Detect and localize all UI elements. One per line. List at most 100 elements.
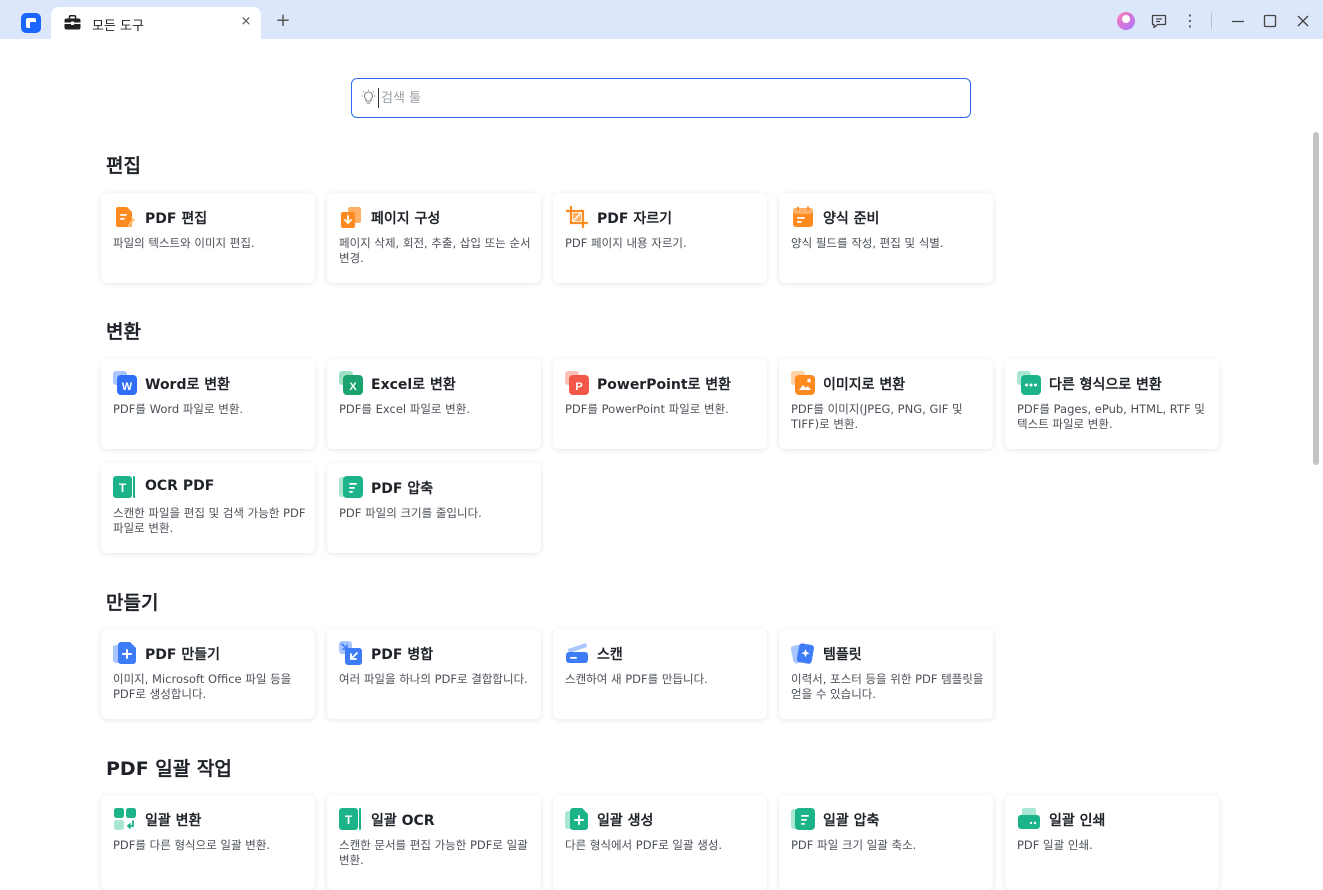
section-title-batch: PDF 일괄 작업 [106,758,232,780]
tool-card-to-image[interactable]: 이미지로 변환 PDF를 이미지(JPEG, PNG, GIF 및 TIFF)로… [779,359,993,449]
tool-card-create-pdf[interactable]: PDF 만들기 이미지, Microsoft Office 파일 등을 PDF로… [101,629,315,719]
maximize-icon[interactable] [1261,12,1279,30]
svg-text:X: X [349,381,357,393]
toolbox-icon [64,15,81,30]
section-title-create: 만들기 [106,592,159,614]
card-title: PDF 병합 [371,647,434,663]
tool-card-to-other-formats[interactable]: 다른 형식으로 변환 PDF를 Pages, ePub, HTML, RTF 및… [1005,359,1219,449]
svg-text:W: W [122,381,133,393]
card-desc: PDF를 Pages, ePub, HTML, RTF 및 텍스트 파일로 변환… [1017,402,1205,431]
card-desc: PDF 파일의 크기를 줄입니다. [339,506,482,520]
card-desc: 스캔한 문서를 편집 가능한 PDF로 일괄 변환. [339,838,528,867]
card-desc: PDF를 이미지(JPEG, PNG, GIF 및 TIFF)로 변환. [791,402,963,431]
card-title: PDF 자르기 [597,211,672,227]
feedback-icon[interactable] [1150,12,1168,30]
minimize-icon[interactable] [1229,12,1247,30]
card-title: 템플릿 [823,647,862,663]
close-window-icon[interactable] [1294,12,1312,30]
other-formats-icon [1017,371,1041,395]
section-title-convert: 변환 [106,321,141,343]
more-menu-icon[interactable]: ⋮ [1181,12,1199,30]
compress-icon [339,476,363,498]
search-input[interactable] [378,88,958,108]
card-desc: 다른 형식에서 PDF로 일괄 생성. [565,838,723,852]
card-title: PDF 압축 [371,481,434,497]
tool-card-compress-pdf[interactable]: PDF 압축 PDF 파일의 크기를 줄입니다. [327,463,541,553]
card-title: PDF 만들기 [145,647,220,663]
app-logo-icon [21,13,41,33]
tool-card-crop-pdf[interactable]: PDF 자르기 PDF 페이지 내용 자르기. [553,193,767,283]
card-title: 다른 형식으로 변환 [1049,377,1162,393]
form-icon [793,206,813,227]
tool-card-edit-pdf[interactable]: PDF 편집 파일의 텍스트와 이미지 편집. [101,193,315,283]
tab-close-icon[interactable]: × [239,15,253,29]
merge-icon [339,641,362,665]
image-icon [791,371,815,395]
tool-card-batch-print[interactable]: 일괄 인쇄 PDF 일괄 인쇄. [1005,795,1219,890]
tool-card-organize-pages[interactable]: 페이지 구성 페이지 삭제, 회전, 추출, 삽입 또는 순서 변경. [327,193,541,283]
card-title: PDF 편집 [145,211,208,227]
batch-compress-icon [791,808,815,830]
tool-card-to-word[interactable]: W Word로 변환 PDF를 Word 파일로 변환. [101,359,315,449]
excel-icon: X [339,371,363,395]
user-avatar-icon[interactable] [1117,12,1135,30]
tool-card-scan[interactable]: 스캔 스캔하여 새 PDF를 만듭니다. [553,629,767,719]
lightbulb-icon [361,89,376,104]
tool-card-merge-pdf[interactable]: PDF 병합 여러 파일을 하나의 PDF로 결합합니다. [327,629,541,719]
card-title: 이미지로 변환 [823,377,906,393]
card-title: OCR PDF [145,478,215,494]
tool-card-templates[interactable]: 템플릿 이력서, 포스터 등을 위한 PDF 템플릿을 얻을 수 있습니다. [779,629,993,719]
new-tab-button[interactable]: + [274,12,292,30]
tab-title: 모든 도구 [92,19,144,34]
batch-convert-icon [114,808,136,830]
tool-card-ocr-pdf[interactable]: T OCR PDF 스캔한 파일을 편집 및 검색 가능한 PDF 파일로 변환… [101,463,315,553]
card-title: 양식 준비 [823,211,880,227]
tool-card-batch-convert[interactable]: 일괄 변환 PDF를 다른 형식으로 일괄 변환. [101,795,315,890]
card-title: PowerPoint로 변환 [597,377,732,393]
card-title: 일괄 인쇄 [1049,813,1106,829]
tab-all-tools[interactable]: 모든 도구 × [51,7,261,39]
tool-card-to-excel[interactable]: X Excel로 변환 PDF를 Excel 파일로 변환. [327,359,541,449]
card-title: 일괄 압축 [823,813,880,829]
svg-text:T: T [345,813,353,827]
tool-card-prepare-form[interactable]: 양식 준비 양식 필드를 작성, 편집 및 식별. [779,193,993,283]
ocr-icon: T [113,476,135,498]
tool-card-to-powerpoint[interactable]: P PowerPoint로 변환 PDF를 PowerPoint 파일로 변환. [553,359,767,449]
scrollbar[interactable] [1313,132,1319,465]
template-icon [791,643,814,664]
svg-text:T: T [119,481,127,495]
card-title: 일괄 생성 [597,813,654,829]
card-title: Word로 변환 [145,377,231,393]
card-desc: 스캔한 파일을 편집 및 검색 가능한 PDF 파일로 변환. [113,506,306,535]
tool-card-batch-create[interactable]: 일괄 생성 다른 형식에서 PDF로 일괄 생성. [553,795,767,890]
search-box[interactable] [351,78,971,118]
crop-icon [566,206,588,228]
card-title: 페이지 구성 [371,211,441,227]
create-pdf-icon [113,642,136,664]
card-desc: 이미지, Microsoft Office 파일 등을 PDF로 생성합니다. [113,672,292,701]
batch-ocr-icon: T [339,808,361,830]
card-title: 일괄 변환 [145,813,202,829]
organize-pages-icon [341,207,361,228]
card-desc: PDF 일괄 인쇄. [1017,838,1093,852]
scanner-icon [566,643,588,663]
card-desc: PDF를 다른 형식으로 일괄 변환. [113,838,271,852]
card-title: 스캔 [597,647,623,663]
titlebar-divider [1211,13,1212,29]
batch-create-icon [565,808,588,830]
edit-pdf-icon [116,207,135,227]
svg-text:P: P [575,381,582,393]
tool-card-batch-ocr[interactable]: T 일괄 OCR 스캔한 문서를 편집 가능한 PDF로 일괄 변환. [327,795,541,890]
card-desc: PDF 페이지 내용 자르기. [565,236,687,250]
card-desc: PDF 파일 크기 일괄 축소. [791,838,917,852]
card-desc: PDF를 PowerPoint 파일로 변환. [565,402,729,416]
card-desc: 이력서, 포스터 등을 위한 PDF 템플릿을 얻을 수 있습니다. [791,672,984,701]
tool-card-batch-compress[interactable]: 일괄 압축 PDF 파일 크기 일괄 축소. [779,795,993,890]
word-icon: W [113,371,137,395]
card-desc: 페이지 삭제, 회전, 추출, 삽입 또는 순서 변경. [339,236,531,265]
card-desc: PDF를 Word 파일로 변환. [113,402,244,416]
card-title: Excel로 변환 [371,377,456,393]
card-desc: 양식 필드를 작성, 편집 및 식별. [791,236,944,250]
card-desc: PDF를 Excel 파일로 변환. [339,402,470,416]
card-title: 일괄 OCR [371,813,435,829]
